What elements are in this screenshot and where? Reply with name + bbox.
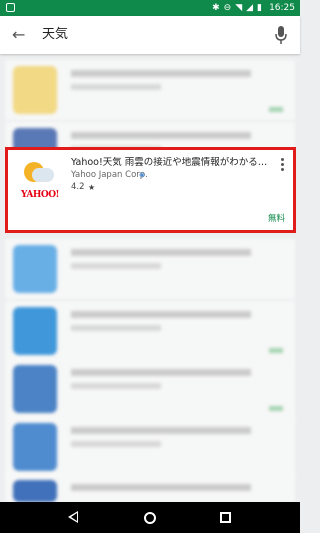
more-options-icon[interactable] (281, 158, 285, 173)
status-icons: ✱ ⊖ ◥ ◢ ▮ (212, 2, 262, 14)
nav-home-button[interactable] (144, 512, 156, 524)
back-arrow-icon[interactable]: ← (12, 25, 25, 45)
signal-icon: ◢ (246, 3, 254, 13)
list-item-placeholder (71, 249, 251, 256)
list-item-placeholder (71, 132, 251, 139)
list-item[interactable] (5, 301, 295, 361)
app-thumbnail (13, 307, 57, 355)
app-price: 無料 (267, 214, 285, 224)
status-bar: ✱ ⊖ ◥ ◢ ▮ 16:25 (0, 0, 300, 16)
list-item-placeholder (71, 441, 161, 447)
app-thumbnail (13, 423, 57, 471)
battery-icon: ▮ (257, 3, 262, 13)
navigation-bar (0, 502, 300, 533)
app-developer[interactable]: Yahoo Japan Corp. (71, 170, 148, 181)
list-item[interactable] (5, 60, 295, 120)
list-item[interactable] (5, 239, 295, 299)
list-item-placeholder (71, 325, 161, 331)
nav-recents-button[interactable] (220, 512, 231, 523)
bluetooth-icon: ✱ (212, 3, 220, 13)
list-item-placeholder (71, 383, 161, 389)
featured-app-card[interactable]: YAHOO! Yahoo!天気 雨雲の接近や地震情報がわかる天気予報アプリ Ya… (5, 147, 296, 233)
price-placeholder (269, 406, 283, 411)
app-icon: YAHOO! (14, 156, 66, 222)
status-time: 16:25 (269, 3, 295, 13)
list-item[interactable] (5, 474, 295, 502)
list-item-placeholder (71, 84, 161, 90)
nav-back-button[interactable] (68, 511, 78, 523)
list-item-placeholder (71, 263, 161, 269)
list-item-placeholder (71, 70, 251, 77)
microphone-icon[interactable] (274, 25, 288, 45)
results-list (0, 54, 300, 502)
notification-icon (6, 3, 15, 12)
app-thumbnail (13, 365, 57, 413)
price-placeholder (269, 348, 283, 353)
app-thumbnail (13, 66, 57, 114)
price-placeholder (269, 107, 283, 112)
app-logo: YAHOO! (21, 190, 59, 200)
list-item-placeholder (71, 484, 251, 491)
list-item-placeholder (71, 369, 251, 376)
list-item-placeholder (71, 427, 251, 434)
list-item[interactable] (5, 417, 295, 477)
list-item[interactable] (5, 359, 295, 419)
do-not-disturb-icon: ⊖ (223, 3, 232, 13)
wifi-icon: ◥ (235, 3, 243, 13)
star-icon: ★ (88, 183, 96, 192)
search-bar: ← 天気 (0, 16, 300, 54)
app-rating: 4.2 (71, 182, 85, 192)
verified-icon: ◈ (139, 170, 146, 179)
app-thumbnail (13, 480, 57, 502)
app-title: Yahoo!天気 雨雲の接近や地震情報がわかる天気予報アプリ (71, 157, 271, 168)
search-input[interactable]: 天気 (42, 26, 68, 44)
app-thumbnail (13, 245, 57, 293)
list-item-placeholder (71, 311, 251, 318)
cloud-icon (32, 168, 54, 182)
